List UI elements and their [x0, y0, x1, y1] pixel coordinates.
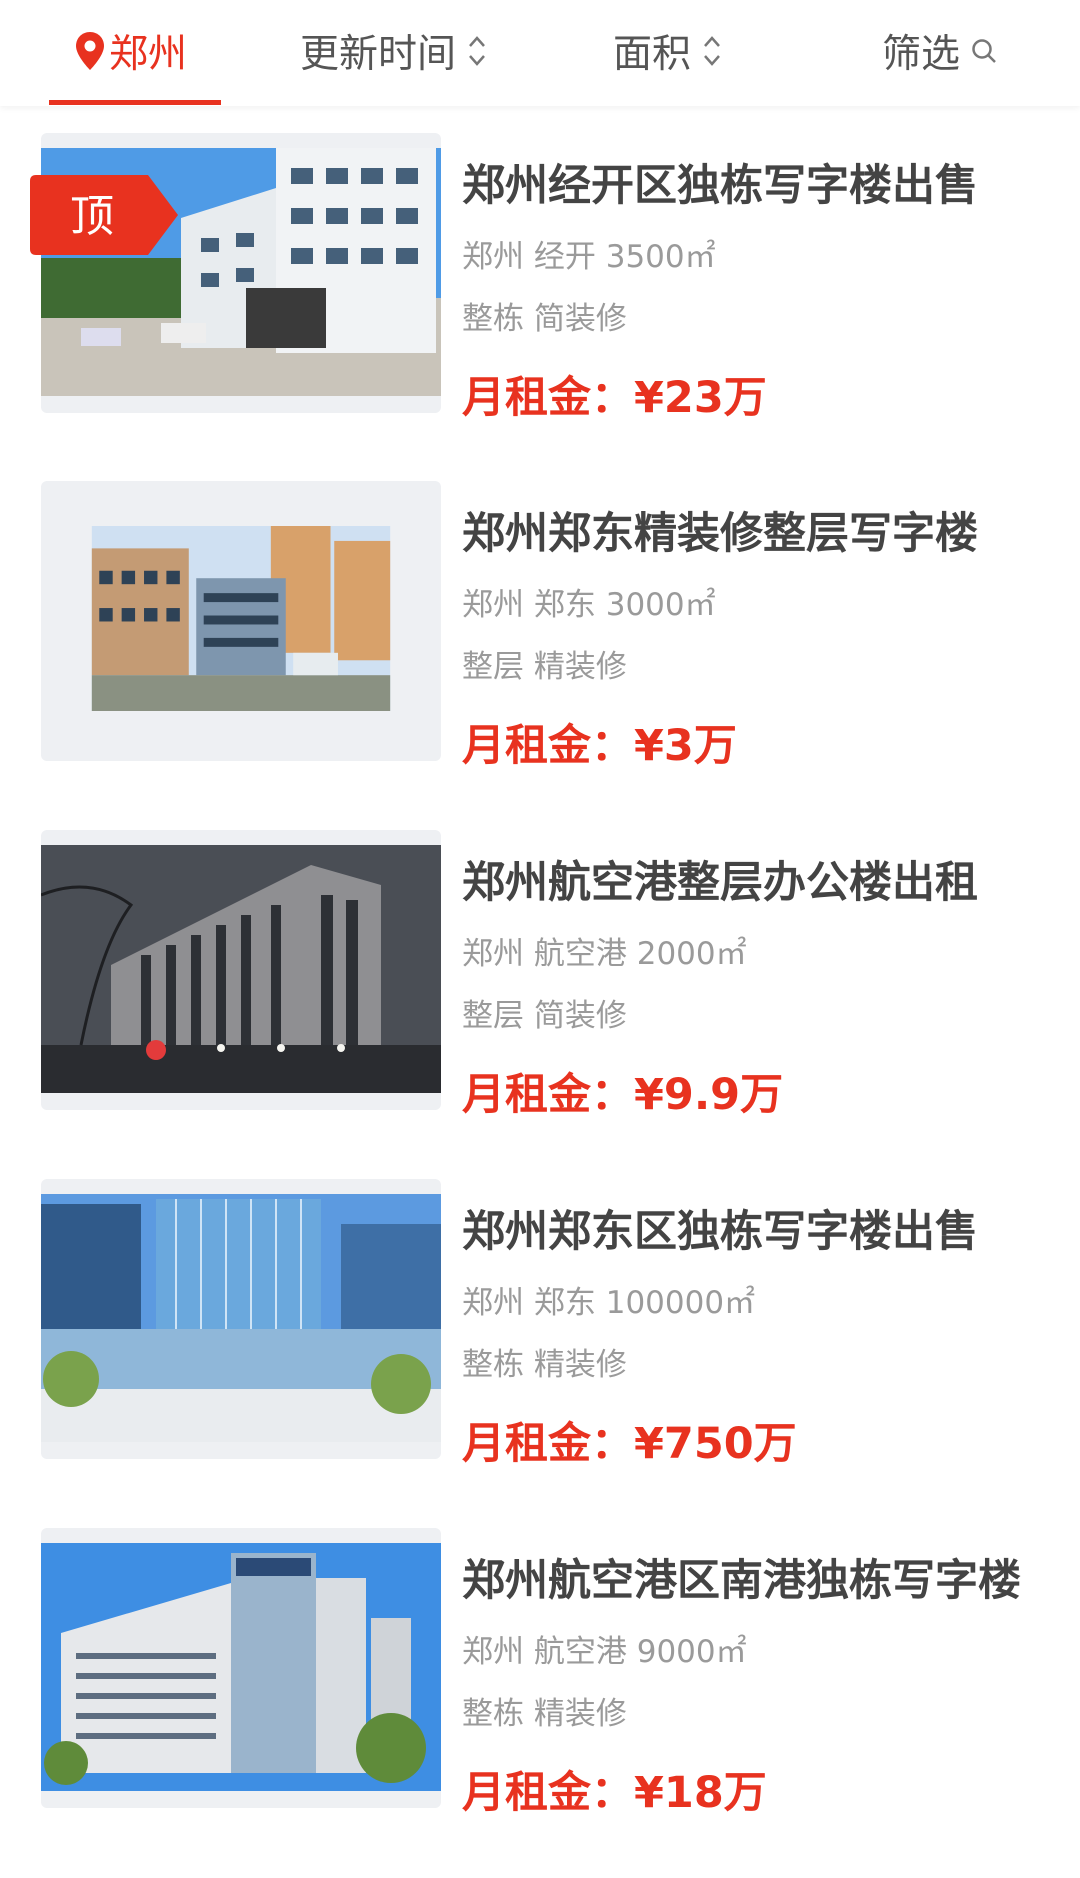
listing-title[interactable]: 郑州航空港区南港独栋写字楼: [462, 1546, 1022, 1608]
price-label: 月租金：: [462, 373, 634, 423]
price-value: ¥3万: [634, 721, 737, 771]
sort-area-label: 面积: [613, 32, 692, 77]
listing-location: 郑州 经开 3500㎡: [462, 231, 716, 276]
building-photo: [41, 1194, 441, 1442]
listing-card[interactable]: 郑州航空港区南港独栋写字楼 郑州 航空港 9000㎡ 整栋 精装修 月租金：¥1…: [0, 1528, 1080, 1818]
listing-price: 月租金：¥9.9万: [462, 1060, 783, 1122]
listing-district: 郑东: [533, 587, 596, 623]
sort-update-time[interactable]: 更新时间: [300, 18, 488, 84]
listing-type: 整栋: [462, 1696, 524, 1732]
location-pin-icon: [76, 32, 104, 70]
listing-location: 郑州 郑东 3000㎡: [462, 579, 716, 624]
filter-bar: 郑州 更新时间 面积 筛选: [0, 0, 1080, 106]
listing-city: 郑州: [462, 239, 524, 275]
building-photo: [41, 845, 441, 1093]
listing-spec: 整栋 简装修: [462, 293, 627, 338]
listing-title[interactable]: 郑州航空港整层办公楼出租: [462, 848, 1022, 910]
listing-price: 月租金：¥18万: [462, 1758, 767, 1820]
listing-card[interactable]: 郑州郑东区独栋写字楼出售 郑州 郑东 100000㎡ 整栋 精装修 月租金：¥7…: [0, 1179, 1080, 1469]
sort-arrows-icon: [704, 36, 720, 66]
city-selector[interactable]: 郑州: [75, 18, 187, 84]
active-tab-underline: [49, 100, 221, 105]
search-icon: [972, 39, 996, 63]
listing-image[interactable]: [41, 481, 441, 761]
listing-district: 航空港: [533, 1634, 627, 1670]
price-value: ¥9.9万: [634, 1070, 784, 1120]
sort-arrows-icon: [469, 36, 485, 66]
listing-title[interactable]: 郑州郑东精装修整层写字楼: [462, 499, 1022, 561]
listing-district: 经开: [533, 239, 596, 275]
price-label: 月租金：: [462, 1419, 634, 1469]
listing-title[interactable]: 郑州经开区独栋写字楼出售: [462, 151, 1022, 213]
price-label: 月租金：: [462, 721, 634, 771]
listing-location: 郑州 航空港 2000㎡: [462, 928, 747, 973]
listing-location: 郑州 航空港 9000㎡: [462, 1626, 747, 1671]
listing-type: 整栋: [462, 301, 524, 337]
listing-decoration: 精装修: [533, 1696, 627, 1732]
listing-city: 郑州: [462, 1285, 524, 1321]
listing-price: 月租金：¥3万: [462, 711, 737, 773]
listing-area: 2000㎡: [636, 936, 747, 972]
listing-spec: 整栋 精装修: [462, 1688, 627, 1733]
price-label: 月租金：: [462, 1768, 634, 1818]
listing-city: 郑州: [462, 936, 524, 972]
listing-type: 整层: [462, 649, 524, 685]
listing-card[interactable]: 郑州航空港整层办公楼出租 郑州 航空港 2000㎡ 整层 简装修 月租金：¥9.…: [0, 830, 1080, 1120]
city-label: 郑州: [109, 32, 188, 77]
listing-type: 整层: [462, 998, 524, 1034]
sort-area[interactable]: 面积: [613, 18, 723, 84]
listing-spec: 整栋 精装修: [462, 1339, 627, 1384]
listing-image[interactable]: [41, 830, 441, 1110]
listing-title[interactable]: 郑州郑东区独栋写字楼出售: [462, 1197, 1022, 1259]
filter-button[interactable]: 筛选: [882, 18, 998, 84]
listing-city: 郑州: [462, 587, 524, 623]
listing-image[interactable]: [41, 1179, 441, 1459]
listing-district: 航空港: [533, 936, 627, 972]
price-value: ¥23万: [634, 373, 767, 423]
listing-area: 9000㎡: [636, 1634, 747, 1670]
listing-decoration: 精装修: [533, 649, 627, 685]
listing-spec: 整层 简装修: [462, 990, 627, 1035]
filter-label: 筛选: [882, 32, 961, 77]
listing-spec: 整层 精装修: [462, 641, 627, 686]
listing-area: 3000㎡: [605, 587, 716, 623]
listing-area: 3500㎡: [605, 239, 716, 275]
listing-decoration: 简装修: [533, 998, 627, 1034]
top-badge-label: 顶: [70, 191, 114, 242]
listing-image[interactable]: [41, 1528, 441, 1808]
listing-price: 月租金：¥23万: [462, 363, 767, 425]
price-value: ¥18万: [634, 1768, 767, 1818]
listing-price: 月租金：¥750万: [462, 1409, 797, 1471]
listing-card[interactable]: 顶 郑州经开区独栋写字楼出售 郑州 经开 3500㎡ 整栋 简装修 月租金：¥2…: [0, 133, 1080, 423]
building-photo: [41, 1543, 441, 1791]
listing-city: 郑州: [462, 1634, 524, 1670]
listing-area: 100000㎡: [605, 1285, 756, 1321]
sort-update-label: 更新时间: [300, 32, 457, 77]
listing-decoration: 精装修: [533, 1347, 627, 1383]
listing-district: 郑东: [533, 1285, 596, 1321]
listing-location: 郑州 郑东 100000㎡: [462, 1277, 755, 1322]
price-value: ¥750万: [634, 1419, 797, 1469]
building-photo: [91, 526, 391, 711]
listing-type: 整栋: [462, 1347, 524, 1383]
top-badge: 顶: [30, 175, 178, 255]
price-label: 月租金：: [462, 1070, 634, 1120]
listing-card[interactable]: 郑州郑东精装修整层写字楼 郑州 郑东 3000㎡ 整层 精装修 月租金：¥3万: [0, 481, 1080, 771]
listing-decoration: 简装修: [533, 301, 627, 337]
